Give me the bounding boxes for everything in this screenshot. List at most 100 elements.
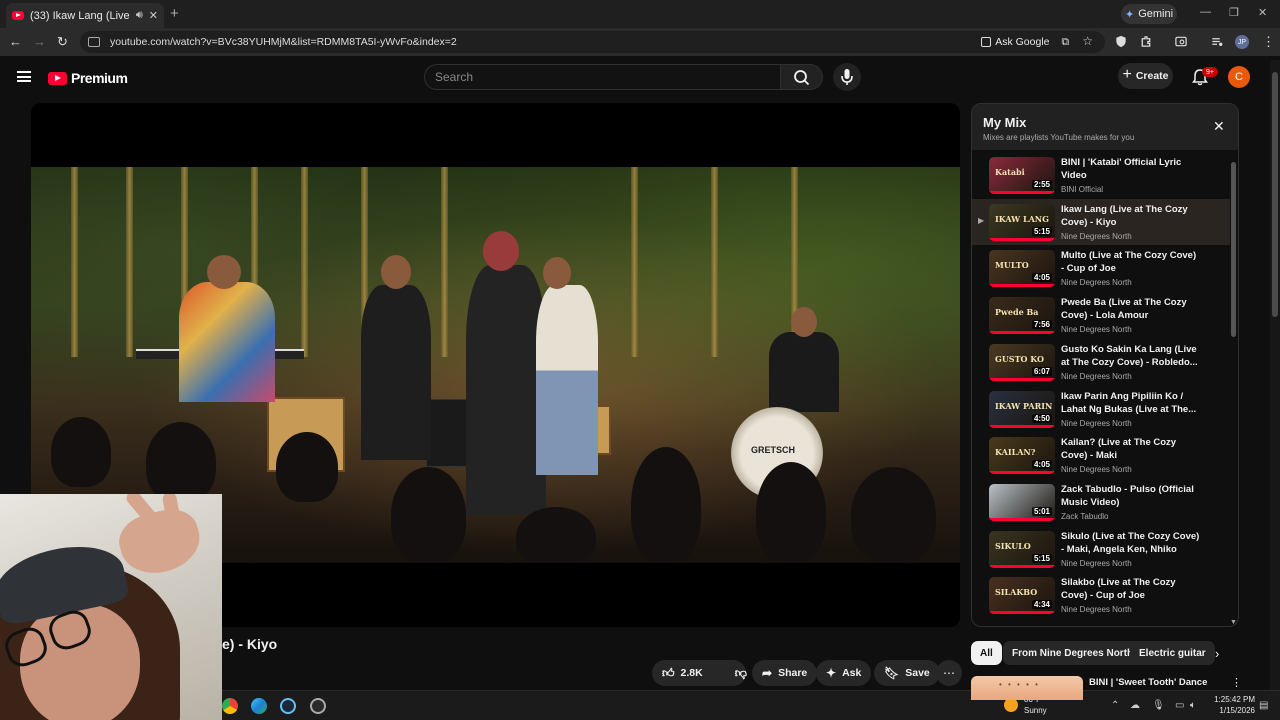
mix-item-title: Ikaw Lang (Live at The Cozy Cove) - Kiyo — [1061, 203, 1188, 228]
mix-item-thumbnail[interactable]: Katabi 2:55 — [989, 157, 1055, 194]
mix-item-thumbnail[interactable]: KAILAN? 4:05 — [989, 437, 1055, 475]
save-button[interactable]: 🔖︎ Save — [874, 660, 940, 686]
microphone-icon — [841, 69, 853, 85]
ask-google-button[interactable]: Ask Google ⧉ — [975, 34, 1075, 50]
mix-subtitle: Mixes are playlists YouTube makes for yo… — [983, 133, 1135, 142]
windows-taskbar: 80°F Sunny ⌃ ☁ 🎙︎ ▭ 🔈︎ 1:25:42 PM 1/15/2… — [222, 690, 1280, 720]
guitarist — [536, 285, 598, 475]
duration-badge: 4:05 — [1031, 460, 1052, 470]
audio-playing-icon[interactable]: 🔊︎ — [136, 9, 143, 22]
mix-item[interactable]: MULTO 4:05 Multo (Live at The Cozy Cove) -… — [972, 245, 1230, 291]
like-dislike-group: 👍︎ 2.8K 👎︎ — [652, 660, 747, 686]
forward-arrow-icon[interactable]: → — [33, 34, 46, 49]
mix-scrollbar[interactable]: ▼ — [1230, 152, 1238, 626]
page-scrollbar[interactable] — [1270, 60, 1280, 690]
new-tab-button[interactable]: + — [170, 5, 179, 22]
thumbnail-caption: GUSTO KO — [995, 353, 1044, 364]
display-tray-icon[interactable]: ▭ — [1175, 700, 1184, 711]
extensions-puzzle-icon[interactable] — [1139, 35, 1153, 48]
like-button[interactable]: 👍︎ 2.8K — [652, 660, 713, 686]
notifications-tray-icon[interactable]: ▤ — [1259, 700, 1268, 711]
chips-next-arrow-icon[interactable]: › — [1215, 646, 1219, 661]
mix-item[interactable]: Katabi 2:55 BINI | 'Katabi' Official Lyric… — [972, 152, 1230, 198]
mix-item[interactable]: SIKULO 5:15 Sikulo (Live at The Cozy Cove)… — [972, 526, 1230, 572]
restore-button[interactable]: ❐ — [1229, 6, 1239, 19]
mix-item-thumbnail[interactable]: GUSTO KO 6:07 — [989, 343, 1055, 381]
mix-item-thumbnail[interactable]: IKAW LANG 5:15 — [989, 203, 1055, 241]
mix-item[interactable]: IKAW PARIN 4:50 Ikaw Parin Ang Pipiliin Ko… — [972, 386, 1230, 432]
duration-badge: 5:15 — [1031, 226, 1052, 236]
mix-item[interactable]: GUSTO KO 6:07 Gusto Ko Sakin Ka Lang (Live… — [972, 339, 1230, 385]
minimize-button[interactable]: — — [1200, 6, 1211, 18]
search-button[interactable] — [781, 64, 823, 90]
mix-item-channel: BINI Official — [1061, 185, 1104, 194]
next-recommendation-thumbnail[interactable]: • • • • • — [971, 676, 1083, 700]
next-recommendation-title[interactable]: BINI | 'Sweet Tooth' Dance — [1089, 677, 1207, 688]
create-button[interactable]: + Create — [1118, 63, 1173, 89]
mix-item-thumbnail[interactable]: SIKULO 5:15 — [989, 530, 1055, 568]
thumbnail-dots: • • • • • — [999, 680, 1040, 689]
ask-button[interactable]: ✦ Ask — [816, 660, 872, 686]
chip-electric-guitar[interactable]: Electric guitar — [1130, 641, 1215, 665]
mix-item[interactable]: 5:01 Zack Tabudlo - Pulso (Official Music… — [972, 479, 1230, 525]
thumbnail-caption: SILAKBO — [995, 587, 1038, 598]
voice-search-button[interactable] — [833, 63, 861, 91]
install-app-icon[interactable]: ⧉ — [1062, 36, 1070, 49]
system-clock[interactable]: 1:25:42 PM 1/15/2026 — [1207, 694, 1255, 716]
site-info-icon[interactable] — [88, 37, 100, 47]
bookmark-star-icon[interactable]: ☆ — [1082, 34, 1093, 48]
mix-item-channel: Nine Degrees North — [1061, 558, 1132, 568]
share-button[interactable]: ➦ Share — [752, 660, 818, 686]
volume-tray-icon[interactable]: 🔈︎ — [1190, 700, 1196, 711]
close-mix-icon[interactable]: ✕ — [1213, 118, 1225, 135]
reload-icon[interactable]: ↻ — [57, 34, 68, 50]
mix-playlist: Katabi 2:55 BINI | 'Katabi' Official Lyric… — [972, 152, 1230, 626]
mix-item[interactable]: KAILAN? 4:05 Kailan? (Live at The Cozy Cov… — [972, 432, 1230, 478]
gemini-button[interactable]: ✦ Gemini — [1121, 4, 1177, 24]
mix-item-thumbnail[interactable]: MULTO 4:05 — [989, 250, 1055, 288]
mix-item-thumbnail[interactable]: Pwede Ba 7:56 — [989, 297, 1055, 335]
close-window-button[interactable]: ✕ — [1258, 6, 1267, 19]
page-scrollbar-thumb[interactable] — [1272, 72, 1278, 317]
mix-item-thumbnail[interactable]: IKAW PARIN 4:50 — [989, 390, 1055, 428]
mix-item[interactable]: Pwede Ba 7:56 Pwede Ba (Live at The Cozy C… — [972, 292, 1230, 338]
mix-item[interactable]: SILAKBO 4:34 Silakbo (Live at The Cozy Cov… — [972, 572, 1230, 618]
google-lens-icon — [981, 37, 992, 47]
webcam-peace-sign-hand — [113, 502, 207, 582]
tab-close-icon[interactable]: ✕ — [149, 9, 158, 22]
media-controls-icon[interactable] — [1210, 35, 1224, 48]
chip-from-channel[interactable]: From Nine Degrees North — [1003, 641, 1143, 665]
show-hidden-icons-chevron-icon[interactable]: ⌃ — [1111, 700, 1119, 711]
back-arrow-icon[interactable]: ← — [9, 34, 22, 49]
microphone-tray-icon[interactable]: 🎙︎ — [1152, 700, 1165, 711]
save-label: Save — [905, 667, 930, 679]
mix-scrollbar-thumb[interactable] — [1231, 162, 1236, 337]
chip-all[interactable]: All — [971, 641, 1002, 665]
search-input[interactable]: Search — [424, 64, 781, 90]
youtube-premium-logo[interactable]: Premium — [48, 70, 128, 86]
cloud-sync-icon[interactable]: ☁ — [1130, 700, 1140, 711]
steam-taskbar-icon[interactable] — [280, 698, 296, 714]
scroll-down-arrow-icon[interactable]: ▼ — [1230, 619, 1237, 626]
mix-item-thumbnail[interactable]: 5:01 — [989, 483, 1055, 521]
gemini-sparkle-icon: ✦ — [1124, 8, 1135, 21]
browser-profile-avatar[interactable]: JP — [1235, 35, 1249, 49]
more-actions-icon[interactable]: ⋯ — [936, 660, 962, 686]
recommendation-menu-icon[interactable]: ⋮ — [1231, 676, 1242, 689]
url-text: youtube.com/watch?v=BVc38YUHMjM&list=RDM… — [110, 36, 457, 48]
edge-taskbar-icon[interactable] — [251, 698, 267, 714]
mix-item-channel: Nine Degrees North — [1061, 605, 1132, 615]
mix-item-thumbnail[interactable]: SILAKBO 4:34 — [989, 577, 1055, 615]
shield-extension-icon[interactable] — [1114, 35, 1128, 48]
chrome-taskbar-icon[interactable] — [222, 698, 238, 714]
menu-hamburger-icon[interactable] — [17, 71, 31, 82]
keyboardist-head — [207, 255, 241, 289]
settings-taskbar-icon[interactable] — [310, 698, 326, 714]
address-bar[interactable]: youtube.com/watch?v=BVc38YUHMjM&list=RDM… — [80, 31, 1105, 53]
account-avatar[interactable]: C — [1228, 66, 1250, 88]
browser-menu-icon[interactable]: ⋮ — [1262, 34, 1275, 50]
thumbs-up-icon: 👍︎ — [662, 665, 675, 680]
tab-search-icon[interactable] — [1174, 35, 1188, 48]
browser-tab[interactable]: (33) Ikaw Lang (Live at The 🔊︎ ✕ — [6, 3, 164, 28]
mix-item[interactable]: ▶ IKAW LANG 5:15 Ikaw Lang (Live at The Coz… — [972, 198, 1230, 245]
